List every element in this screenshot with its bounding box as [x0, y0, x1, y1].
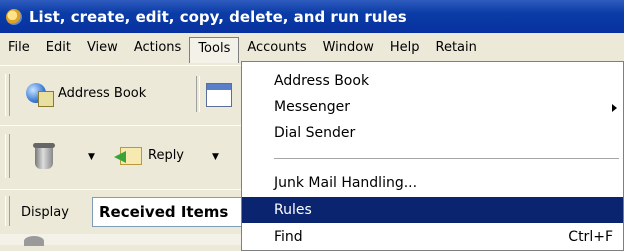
display-label: Display [21, 205, 69, 220]
menu-bar: File Edit View Actions Tools Accounts Wi… [0, 33, 624, 63]
menu-item-dial-sender[interactable]: Dial Sender [242, 120, 623, 146]
display-select[interactable]: Received Items [92, 197, 242, 227]
menu-help[interactable]: Help [382, 37, 428, 59]
app-icon [6, 8, 22, 25]
toolbar-grip[interactable] [5, 134, 10, 178]
menu-retain[interactable]: Retain [428, 37, 485, 59]
menu-item-label: Messenger [274, 99, 351, 115]
menu-item-label: Dial Sender [274, 125, 356, 141]
menu-item-label: Rules [274, 202, 312, 218]
menu-edit[interactable]: Edit [38, 37, 79, 59]
reply-button[interactable]: Reply [114, 143, 184, 167]
menu-item-label: Address Book [274, 73, 370, 89]
window-title: List, create, edit, copy, delete, and ru… [29, 7, 407, 26]
delete-dropdown-icon[interactable]: ▼ [88, 152, 95, 162]
menu-item-label: Find [274, 229, 303, 245]
address-book-label: Address Book [58, 85, 147, 101]
reply-label: Reply [148, 147, 185, 163]
menu-accounts[interactable]: Accounts [239, 37, 314, 59]
delete-button[interactable] [32, 140, 56, 170]
submenu-arrow-icon [612, 104, 617, 112]
address-book-button[interactable]: Address Book [24, 80, 147, 107]
menu-item-label: Junk Mail Handling... [274, 175, 418, 191]
menu-window[interactable]: Window [315, 37, 382, 59]
menu-item-rules[interactable]: Rules [242, 197, 623, 223]
toolbar-grip[interactable] [5, 74, 10, 116]
title-bar: List, create, edit, copy, delete, and ru… [0, 0, 624, 33]
menu-tools[interactable]: Tools [189, 36, 240, 63]
menu-item-find[interactable]: Find Ctrl+F [242, 224, 623, 250]
toolbar-grip[interactable] [5, 196, 10, 226]
calendar-button[interactable] [206, 83, 232, 107]
menu-item-junk-mail-handling[interactable]: Junk Mail Handling... [242, 170, 623, 196]
calendar-icon [206, 83, 232, 107]
reply-icon [114, 143, 142, 167]
reply-dropdown-icon[interactable]: ▼ [212, 152, 219, 162]
menu-actions[interactable]: Actions [126, 37, 190, 59]
tools-menu: Address Book Messenger Dial Sender Junk … [241, 61, 624, 251]
menu-view[interactable]: View [79, 37, 126, 59]
toolbar-separator [196, 76, 200, 112]
menu-file[interactable]: File [0, 37, 38, 59]
trash-icon [32, 140, 56, 170]
menu-item-messenger[interactable]: Messenger [242, 94, 623, 120]
menu-separator [274, 158, 619, 159]
address-book-icon [24, 80, 54, 107]
menu-item-address-book[interactable]: Address Book [242, 68, 623, 94]
menu-item-shortcut: Ctrl+F [568, 229, 613, 245]
